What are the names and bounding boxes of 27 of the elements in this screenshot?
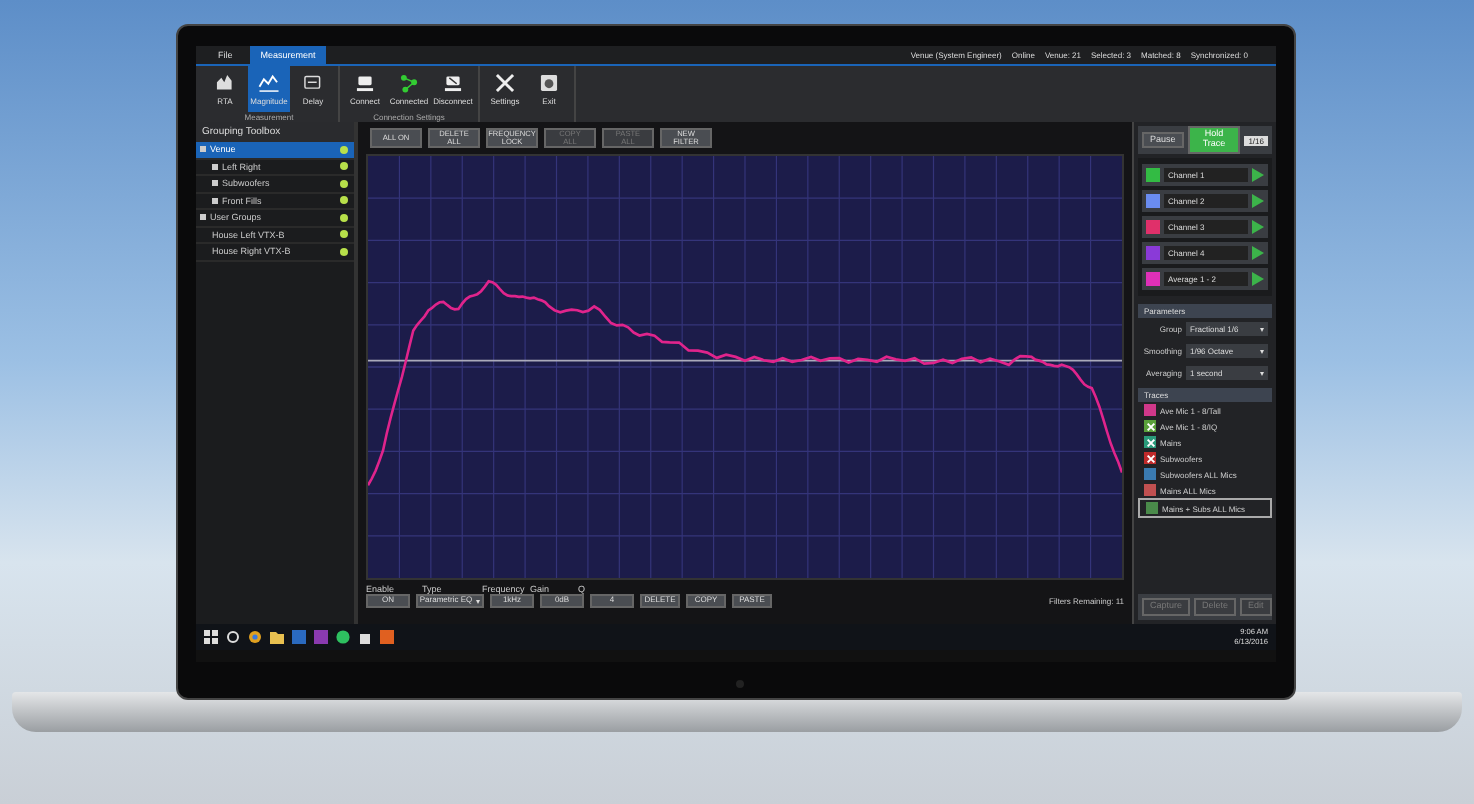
hidden-trace-icon[interactable] xyxy=(1144,420,1156,432)
search-icon[interactable] xyxy=(226,630,240,644)
status-dot-icon xyxy=(340,247,348,256)
hidden-trace-icon[interactable] xyxy=(1144,452,1156,464)
trace-color-swatch[interactable] xyxy=(1146,502,1158,514)
graph-line-icon xyxy=(258,72,280,94)
trace-color-swatch[interactable] xyxy=(1144,404,1156,416)
trace-color-swatch[interactable] xyxy=(1144,468,1156,480)
status-dot-icon xyxy=(340,145,348,154)
status-dot-icon xyxy=(340,213,348,222)
status-dot-icon xyxy=(340,162,348,171)
browser-icon[interactable] xyxy=(248,630,262,644)
status-dot-icon xyxy=(340,196,348,205)
expand-icon[interactable] xyxy=(212,163,218,170)
bar-chart-icon xyxy=(214,72,236,94)
monitor-icon xyxy=(442,72,464,94)
hidden-trace-icon[interactable] xyxy=(1144,436,1156,448)
expand-icon[interactable] xyxy=(212,197,218,204)
windows-logo-icon[interactable] xyxy=(204,630,218,644)
status-dot-icon xyxy=(340,179,348,188)
trace-color-swatch[interactable] xyxy=(1144,484,1156,496)
expand-icon[interactable] xyxy=(212,180,218,187)
monitor-icon xyxy=(354,72,376,94)
folder-icon[interactable] xyxy=(270,630,284,644)
status-dot-icon xyxy=(340,230,348,239)
network-nodes-icon xyxy=(398,72,420,94)
collapse-icon[interactable] xyxy=(200,214,206,221)
